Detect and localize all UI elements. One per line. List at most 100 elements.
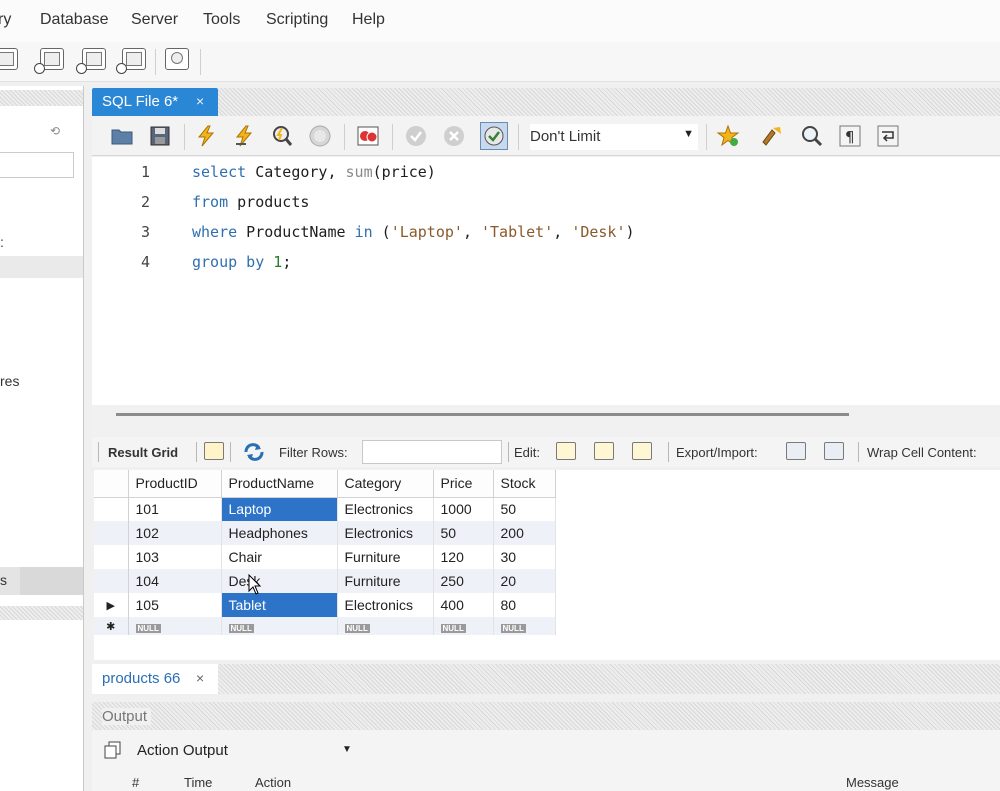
schema-inspector-icon[interactable] [116, 48, 146, 74]
table-cell[interactable]: 1000 [433, 497, 494, 521]
column-header[interactable]: Category [337, 470, 434, 498]
column-header[interactable]: Stock [493, 470, 556, 498]
execute-icon[interactable] [194, 124, 218, 148]
delete-row-icon[interactable] [632, 442, 652, 460]
open-model-icon[interactable] [34, 48, 64, 74]
navigator-item-routines[interactable]: res [0, 373, 19, 389]
table-cell[interactable]: 250 [433, 569, 494, 593]
table-cell[interactable]: NULL [128, 617, 222, 635]
table-cell[interactable]: NULL [337, 617, 434, 635]
menu-server[interactable]: Server [131, 11, 178, 29]
add-snippet-icon[interactable] [716, 124, 740, 148]
invisible-chars-icon[interactable]: ¶ [838, 124, 862, 148]
table-cell[interactable]: Tablet [221, 593, 338, 617]
wrap-lines-icon[interactable] [876, 124, 900, 148]
find-icon[interactable] [800, 124, 824, 148]
export-icon[interactable] [786, 442, 806, 460]
table-row[interactable]: ▶ 105 Tablet Electronics 400 80 [94, 593, 556, 617]
output-mode-select[interactable]: Action Output ▼ [102, 738, 352, 764]
table-cell[interactable]: Electronics [337, 497, 434, 521]
code-line[interactable]: where ProductName in ('Laptop', 'Tablet'… [192, 223, 635, 241]
menu-scripting[interactable]: Scripting [266, 11, 328, 29]
beautify-icon[interactable] [760, 124, 784, 148]
close-icon[interactable]: × [196, 670, 204, 686]
close-icon[interactable]: × [196, 93, 204, 109]
row-indicator[interactable] [94, 569, 129, 593]
table-cell[interactable]: Furniture [337, 545, 434, 569]
table-row[interactable]: 101 Laptop Electronics 1000 50 [94, 497, 556, 521]
grid-view-icon[interactable] [204, 442, 224, 460]
sql-editor[interactable]: 1 select Category, sum(price) 2 from produc… [92, 157, 1000, 405]
table-cell[interactable]: 20 [493, 569, 556, 593]
row-indicator[interactable] [94, 545, 129, 569]
query-table-icon[interactable] [76, 48, 106, 74]
splitter-handle[interactable] [116, 413, 849, 416]
row-indicator[interactable]: ▶ [94, 593, 129, 617]
table-cell[interactable]: 105 [128, 593, 222, 617]
table-cell[interactable]: Desk [221, 569, 338, 593]
menu-query[interactable]: ry [0, 11, 11, 29]
filter-rows-input[interactable] [362, 440, 502, 464]
save-icon[interactable] [148, 124, 172, 148]
toggle-error-icon[interactable] [356, 124, 380, 148]
table-cell[interactable]: 102 [128, 521, 222, 545]
table-cell[interactable]: Headphones [221, 521, 338, 545]
import-icon[interactable] [824, 442, 844, 460]
table-row[interactable]: 102 Headphones Electronics 50 200 [94, 521, 556, 545]
tab-sql-file[interactable]: SQL File 6* × [92, 88, 218, 116]
table-cell[interactable]: 80 [493, 593, 556, 617]
code-line[interactable]: group by 1; [192, 253, 291, 271]
navigator-tab-schemas[interactable]: s [0, 572, 7, 588]
copy-icon[interactable] [104, 741, 122, 759]
new-row[interactable]: ✱ NULL NULL NULL NULL NULL [94, 617, 556, 635]
table-cell[interactable]: Furniture [337, 569, 434, 593]
row-indicator[interactable] [94, 497, 129, 521]
code-line[interactable]: select Category, sum(price) [192, 163, 436, 181]
table-cell[interactable]: 50 [493, 497, 556, 521]
menu-help[interactable]: Help [352, 11, 385, 29]
explain-icon[interactable] [270, 124, 294, 148]
row-indicator[interactable] [94, 521, 129, 545]
table-cell[interactable]: NULL [493, 617, 556, 635]
execute-current-icon[interactable] [232, 124, 256, 148]
table-cell[interactable]: 200 [493, 521, 556, 545]
search-table-icon[interactable] [165, 48, 189, 70]
edit-row-icon[interactable] [556, 442, 576, 460]
table-cell[interactable]: 101 [128, 497, 222, 521]
table-row[interactable]: 104 Desk Furniture 250 20 [94, 569, 556, 593]
refresh-results-icon[interactable] [242, 442, 266, 462]
navigator-tab-information[interactable] [20, 567, 83, 595]
limit-rows-select[interactable]: Don't Limit ▼ [530, 124, 698, 150]
table-cell[interactable]: NULL [221, 617, 338, 635]
menu-database[interactable]: Database [40, 11, 109, 29]
editor-result-splitter[interactable] [92, 405, 1000, 435]
table-cell[interactable]: 120 [433, 545, 494, 569]
insert-row-icon[interactable] [594, 442, 614, 460]
result-grid-label[interactable]: Result Grid [108, 445, 178, 460]
commit-icon[interactable] [404, 124, 428, 148]
table-cell[interactable]: Chair [221, 545, 338, 569]
menu-tools[interactable]: Tools [203, 11, 240, 29]
code-line[interactable]: from products [192, 193, 309, 211]
table-cell[interactable]: NULL [433, 617, 494, 635]
refresh-icon[interactable]: ⟲ [50, 124, 60, 138]
table-cell[interactable]: 104 [128, 569, 222, 593]
open-file-icon[interactable] [110, 124, 134, 148]
table-cell[interactable]: 30 [493, 545, 556, 569]
table-cell[interactable]: 50 [433, 521, 494, 545]
table-cell[interactable]: Electronics [337, 521, 434, 545]
tab-products-result[interactable]: products 66 × [92, 664, 218, 694]
stop-icon[interactable] [308, 124, 332, 148]
schema-filter-input[interactable] [0, 152, 74, 178]
table-row[interactable]: 103 Chair Furniture 120 30 [94, 545, 556, 569]
column-header[interactable]: ProductID [128, 470, 222, 498]
table-cell[interactable]: 103 [128, 545, 222, 569]
table-cell[interactable]: Laptop [221, 497, 338, 521]
rollback-icon[interactable] [442, 124, 466, 148]
new-connection-icon[interactable] [0, 48, 18, 70]
table-cell[interactable]: Electronics [337, 593, 434, 617]
autocommit-icon[interactable] [480, 122, 508, 150]
column-header[interactable]: Price [433, 470, 494, 498]
table-cell[interactable]: 400 [433, 593, 494, 617]
column-header[interactable]: ProductName [221, 470, 338, 498]
